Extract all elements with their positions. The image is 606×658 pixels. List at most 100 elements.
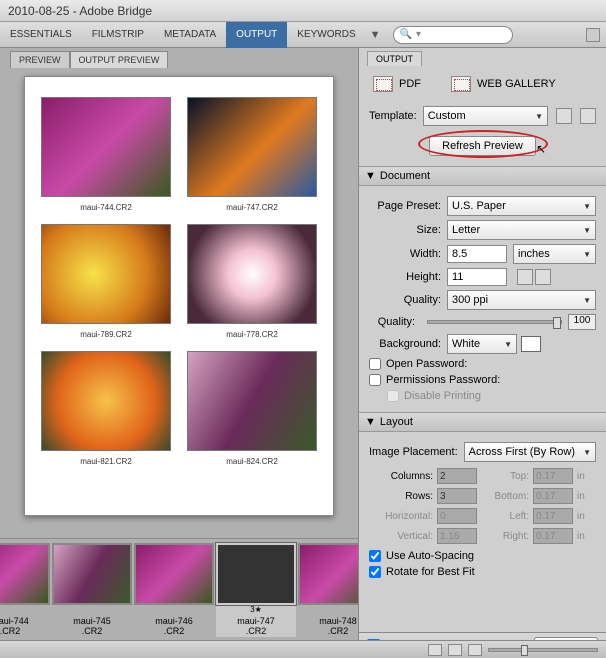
height-input[interactable] xyxy=(447,268,507,286)
filmstrip-item[interactable]: maui-745.CR2 xyxy=(52,543,132,637)
page-thumbnail: maui-824.CR2 xyxy=(187,351,317,466)
rows-label: Rows: xyxy=(369,491,433,502)
top-input: 0.17 xyxy=(533,468,573,484)
thumbnail-caption: maui-789.CR2 xyxy=(80,330,132,339)
template-save-icon[interactable] xyxy=(556,108,572,124)
filmstrip-item[interactable]: maui-748.CR2 xyxy=(298,543,358,637)
size-label: Size: xyxy=(369,224,447,236)
template-label: Template: xyxy=(369,110,417,122)
page-thumbnail: maui-744.CR2 xyxy=(41,97,171,212)
quality-slider-label: Quality: xyxy=(369,316,421,328)
thumbnail-image xyxy=(187,351,317,451)
filmstrip-item[interactable]: maui-744.CR2 xyxy=(0,543,50,637)
columns-label: Columns: xyxy=(369,471,433,482)
template-select[interactable]: Custom▼ xyxy=(423,106,548,126)
auto-spacing-label: Use Auto-Spacing xyxy=(386,550,474,562)
workspace-more-icon[interactable]: ▼ xyxy=(366,29,385,41)
template-delete-icon[interactable] xyxy=(580,108,596,124)
horizontal-label: Horizontal: xyxy=(369,511,433,522)
page-thumbnail: maui-778.CR2 xyxy=(187,224,317,339)
thumbnail-image xyxy=(187,97,317,197)
web-gallery-icon xyxy=(451,76,471,92)
mode-webgallery-button[interactable]: WEB GALLERY xyxy=(451,76,556,92)
disclosure-triangle-icon: ▼ xyxy=(365,416,376,428)
rotate-best-fit-label: Rotate for Best Fit xyxy=(386,566,475,578)
image-placement-select[interactable]: Across First (By Row)▼ xyxy=(464,442,596,462)
workspace-metadata[interactable]: METADATA xyxy=(154,22,226,48)
filmstrip-filename: maui-746.CR2 xyxy=(155,617,193,637)
disable-printing-checkbox xyxy=(387,390,399,402)
pdf-icon xyxy=(373,76,393,92)
filmstrip-thumbnail xyxy=(216,543,296,605)
workspace-bar: ESSENTIALS FILMSTRIP METADATA OUTPUT KEY… xyxy=(0,22,606,48)
background-select[interactable]: White▼ xyxy=(447,334,517,354)
disclosure-triangle-icon: ▼ xyxy=(365,170,376,182)
thumbnail-caption: maui-778.CR2 xyxy=(226,330,278,339)
filmstrip-filename: maui-744.CR2 xyxy=(0,617,29,637)
mode-pdf-button[interactable]: PDF xyxy=(373,76,421,92)
preview-tabs: PREVIEW OUTPUT PREVIEW xyxy=(0,48,358,68)
search-icon: 🔍 xyxy=(400,29,412,40)
filmstrip-item[interactable]: maui-746.CR2 xyxy=(134,543,214,637)
size-select[interactable]: Letter▼ xyxy=(447,220,596,240)
thumbnail-caption: maui-824.CR2 xyxy=(226,457,278,466)
workspace-output[interactable]: OUTPUT xyxy=(226,22,287,48)
columns-input[interactable]: 2 xyxy=(437,468,477,484)
rotate-best-fit-checkbox[interactable] xyxy=(369,566,381,578)
disable-printing-label: Disable Printing xyxy=(404,390,481,402)
left-label: Left: xyxy=(481,511,529,522)
background-swatch[interactable] xyxy=(521,336,541,352)
filmstrip-thumbnail xyxy=(298,543,358,605)
bottom-label: Bottom: xyxy=(481,491,529,502)
permissions-password-checkbox[interactable] xyxy=(369,374,381,386)
filmstrip-filename: maui-748.CR2 xyxy=(319,617,357,637)
workspace-filmstrip[interactable]: FILMSTRIP xyxy=(82,22,154,48)
filmstrip-filename: maui-747.CR2 xyxy=(237,617,275,637)
thumbnail-caption: maui-821.CR2 xyxy=(80,457,132,466)
width-label: Width: xyxy=(369,248,447,260)
quality-select[interactable]: 300 ppi▼ xyxy=(447,290,596,310)
output-tab[interactable]: OUTPUT xyxy=(367,51,422,66)
filmstrip-thumbnail xyxy=(52,543,132,605)
bottom-input: 0.17 xyxy=(533,488,573,504)
page-preset-select[interactable]: U.S. Paper▼ xyxy=(447,196,596,216)
width-input[interactable] xyxy=(447,245,507,263)
workspace-essentials[interactable]: ESSENTIALS xyxy=(0,22,82,48)
tab-output-preview[interactable]: OUTPUT PREVIEW xyxy=(70,51,169,68)
view-mode-icon[interactable] xyxy=(448,644,462,656)
refresh-preview-button[interactable]: Refresh Preview xyxy=(429,136,536,156)
filmstrip-item[interactable]: 3★ maui-747.CR2 xyxy=(216,543,296,637)
open-password-label: Open Password: xyxy=(386,358,467,370)
vertical-label: Vertical: xyxy=(369,531,433,542)
horizontal-input: 0 xyxy=(437,508,477,524)
auto-spacing-checkbox[interactable] xyxy=(369,550,381,562)
filmstrip-thumbnail xyxy=(0,543,50,605)
open-password-checkbox[interactable] xyxy=(369,358,381,370)
search-input[interactable]: 🔍 ▾ xyxy=(393,26,513,44)
thumbnail-image xyxy=(41,351,171,451)
image-placement-label: Image Placement: xyxy=(369,446,464,458)
orientation-portrait-icon[interactable] xyxy=(517,269,533,285)
view-mode-icon[interactable] xyxy=(428,644,442,656)
page-thumbnail: maui-821.CR2 xyxy=(41,351,171,466)
page-thumbnail: maui-789.CR2 xyxy=(41,224,171,339)
quality-slider[interactable] xyxy=(427,320,562,324)
preview-area: maui-744.CR2maui-747.CR2maui-789.CR2maui… xyxy=(0,68,358,538)
vertical-input: 1.16 xyxy=(437,528,477,544)
thumbnail-image xyxy=(187,224,317,324)
workspace-keywords[interactable]: KEYWORDS xyxy=(287,22,365,48)
quality-label: Quality: xyxy=(369,294,447,306)
height-label: Height: xyxy=(369,271,447,283)
zoom-slider[interactable] xyxy=(488,648,598,652)
rating-label: 3★ xyxy=(250,605,262,615)
page-preview: maui-744.CR2maui-747.CR2maui-789.CR2maui… xyxy=(24,76,334,516)
view-mode-icon[interactable] xyxy=(468,644,482,656)
rows-input[interactable]: 3 xyxy=(437,488,477,504)
filmstrip-filename: maui-745.CR2 xyxy=(73,617,111,637)
orientation-landscape-icon[interactable] xyxy=(535,269,551,285)
width-unit-select[interactable]: inches▼ xyxy=(513,244,596,264)
section-document-header[interactable]: ▼ Document xyxy=(359,166,606,186)
panel-menu-icon[interactable] xyxy=(586,28,600,42)
tab-preview[interactable]: PREVIEW xyxy=(10,51,70,68)
section-layout-header[interactable]: ▼ Layout xyxy=(359,412,606,432)
